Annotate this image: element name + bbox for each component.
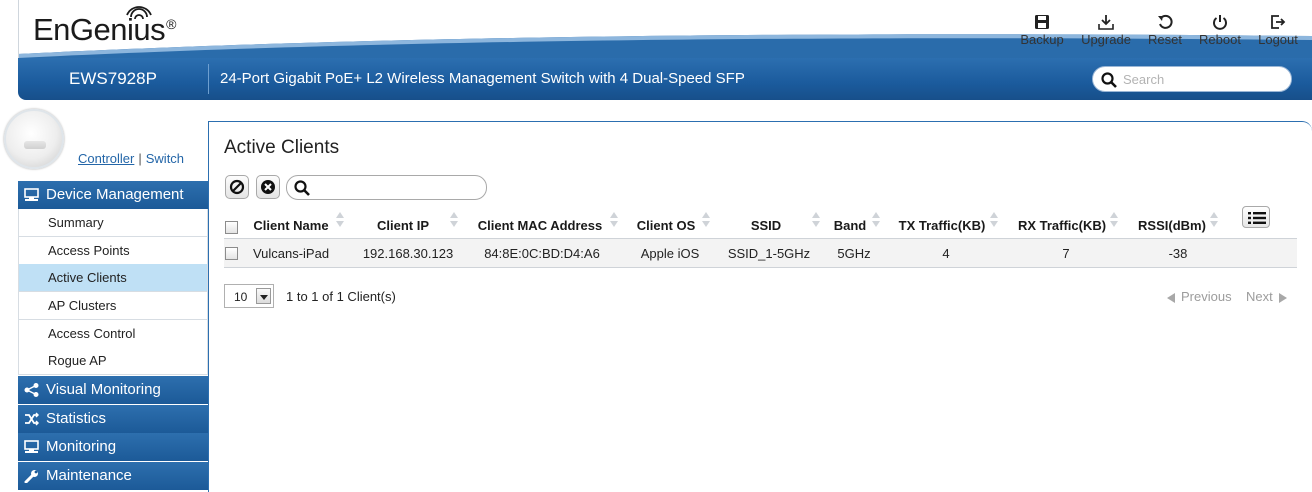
- table-search[interactable]: [286, 175, 487, 200]
- sort-icon[interactable]: [610, 212, 618, 230]
- header: EnGenius® Backup Upgrade Reset Reboot Lo…: [0, 0, 1312, 58]
- search-icon: [294, 180, 310, 196]
- nav-item-summary[interactable]: Summary: [18, 209, 208, 237]
- upgrade-icon: [1098, 15, 1114, 30]
- close-circle-icon: [261, 180, 275, 194]
- nav-section-maintenance[interactable]: Maintenance: [18, 462, 208, 490]
- col-rssi[interactable]: RSSI(dBm): [1134, 210, 1210, 238]
- previous-page-button[interactable]: Previous: [1167, 289, 1232, 304]
- cell-ssid: SSID_1-5GHz: [727, 246, 811, 261]
- cell-client-os: Apple iOS: [640, 246, 700, 261]
- table-header: Client Name Client IP Client MAC Address…: [224, 210, 1297, 238]
- nav-item-access-control[interactable]: Access Control: [18, 320, 208, 348]
- global-search-input[interactable]: [1123, 70, 1283, 88]
- sort-icon[interactable]: [450, 212, 458, 230]
- disable-client-button[interactable]: [225, 175, 249, 199]
- sort-icon[interactable]: [990, 212, 998, 230]
- select-all-checkbox[interactable]: [225, 221, 238, 234]
- logout-icon: [1271, 15, 1286, 29]
- col-client-name[interactable]: Client Name: [244, 210, 338, 238]
- sort-icon[interactable]: [336, 212, 344, 230]
- cell-band: 5GHz: [837, 246, 871, 261]
- reset-button[interactable]: Reset: [1135, 8, 1195, 47]
- list-icon: [1248, 212, 1266, 224]
- sort-icon[interactable]: [872, 212, 880, 230]
- nav-section-monitoring[interactable]: Monitoring: [18, 433, 208, 461]
- col-client-os[interactable]: Client OS: [626, 210, 706, 238]
- search-icon: [1101, 72, 1117, 88]
- col-ssid[interactable]: SSID: [724, 210, 808, 238]
- monitor-icon: [24, 440, 39, 453]
- col-tx-traffic[interactable]: TX Traffic(KB): [894, 210, 990, 238]
- sort-icon[interactable]: [702, 212, 710, 230]
- nav-item-active-clients[interactable]: Active Clients: [18, 264, 208, 292]
- column-toggle-button[interactable]: [1242, 206, 1270, 228]
- save-icon: [1035, 15, 1049, 29]
- col-client-ip[interactable]: Client IP: [356, 210, 450, 238]
- shuffle-icon: [25, 412, 39, 426]
- cell-rssi: -38: [1168, 246, 1188, 261]
- logout-button[interactable]: Logout: [1248, 8, 1308, 47]
- reboot-button[interactable]: Reboot: [1190, 8, 1250, 47]
- arrow-left-icon: [1167, 292, 1175, 303]
- col-band[interactable]: Band: [824, 210, 876, 238]
- share-icon: [24, 383, 39, 397]
- cell-client-name: Vulcans-iPad: [252, 246, 330, 261]
- cell-rx-traffic: 7: [1062, 246, 1070, 261]
- left-rail: [18, 0, 19, 58]
- pagination-info: 1 to 1 of 1 Client(s): [286, 289, 396, 304]
- power-icon: [1213, 15, 1227, 30]
- switch-link[interactable]: Switch: [146, 151, 184, 166]
- table-row[interactable]: Vulcans-iPad 192.168.30.123 84:8E:0C:BD:…: [224, 238, 1297, 268]
- controller-link[interactable]: Controller: [78, 151, 134, 166]
- page-title: Active Clients: [224, 137, 340, 158]
- col-rx-traffic[interactable]: RX Traffic(KB): [1014, 210, 1110, 238]
- nav-section-device-management[interactable]: Device Management: [18, 181, 208, 209]
- sort-icon[interactable]: [812, 212, 820, 230]
- col-client-mac[interactable]: Client MAC Address: [472, 210, 608, 238]
- bar-separator: [208, 64, 209, 94]
- sort-icon[interactable]: [1210, 212, 1218, 230]
- nav-item-ap-clusters[interactable]: AP Clusters: [18, 292, 208, 320]
- chevron-down-icon[interactable]: [256, 288, 271, 304]
- nav-item-access-points[interactable]: Access Points: [18, 237, 208, 265]
- nav-section-visual-monitoring[interactable]: Visual Monitoring: [18, 376, 208, 404]
- arrow-right-icon: [1278, 292, 1287, 303]
- nav-section-statistics[interactable]: Statistics: [18, 405, 208, 433]
- next-page-button[interactable]: Next: [1246, 289, 1287, 304]
- model-name: EWS7928P: [69, 69, 157, 88]
- controller-switch-toggle: Controller | Switch: [78, 151, 185, 166]
- block-icon: [229, 179, 245, 195]
- cell-tx-traffic: 4: [942, 246, 950, 261]
- kick-client-button[interactable]: [256, 175, 280, 199]
- page-size-select[interactable]: 10: [224, 284, 274, 308]
- wrench-icon: [24, 470, 38, 483]
- cell-client-mac: 84:8E:0C:BD:D4:A6: [484, 246, 600, 261]
- cell-client-ip: 192.168.30.123: [362, 246, 454, 261]
- backup-button[interactable]: Backup: [1012, 8, 1072, 47]
- sort-icon[interactable]: [1110, 212, 1118, 230]
- row-checkbox[interactable]: [225, 247, 238, 260]
- global-search[interactable]: [1092, 66, 1292, 92]
- nav-item-rogue-ap[interactable]: Rogue AP: [18, 347, 208, 375]
- title-bar: EWS7928P 24-Port Gigabit PoE+ L2 Wireles…: [18, 58, 1312, 100]
- reset-icon: [1158, 14, 1173, 29]
- product-description: 24-Port Gigabit PoE+ L2 Wireless Managem…: [220, 70, 745, 87]
- wifi-icon: [126, 6, 152, 20]
- engenius-logo: EnGenius®: [33, 12, 176, 47]
- device-image: [4, 109, 64, 169]
- upgrade-button[interactable]: Upgrade: [1076, 8, 1136, 47]
- device-icon: [24, 188, 39, 201]
